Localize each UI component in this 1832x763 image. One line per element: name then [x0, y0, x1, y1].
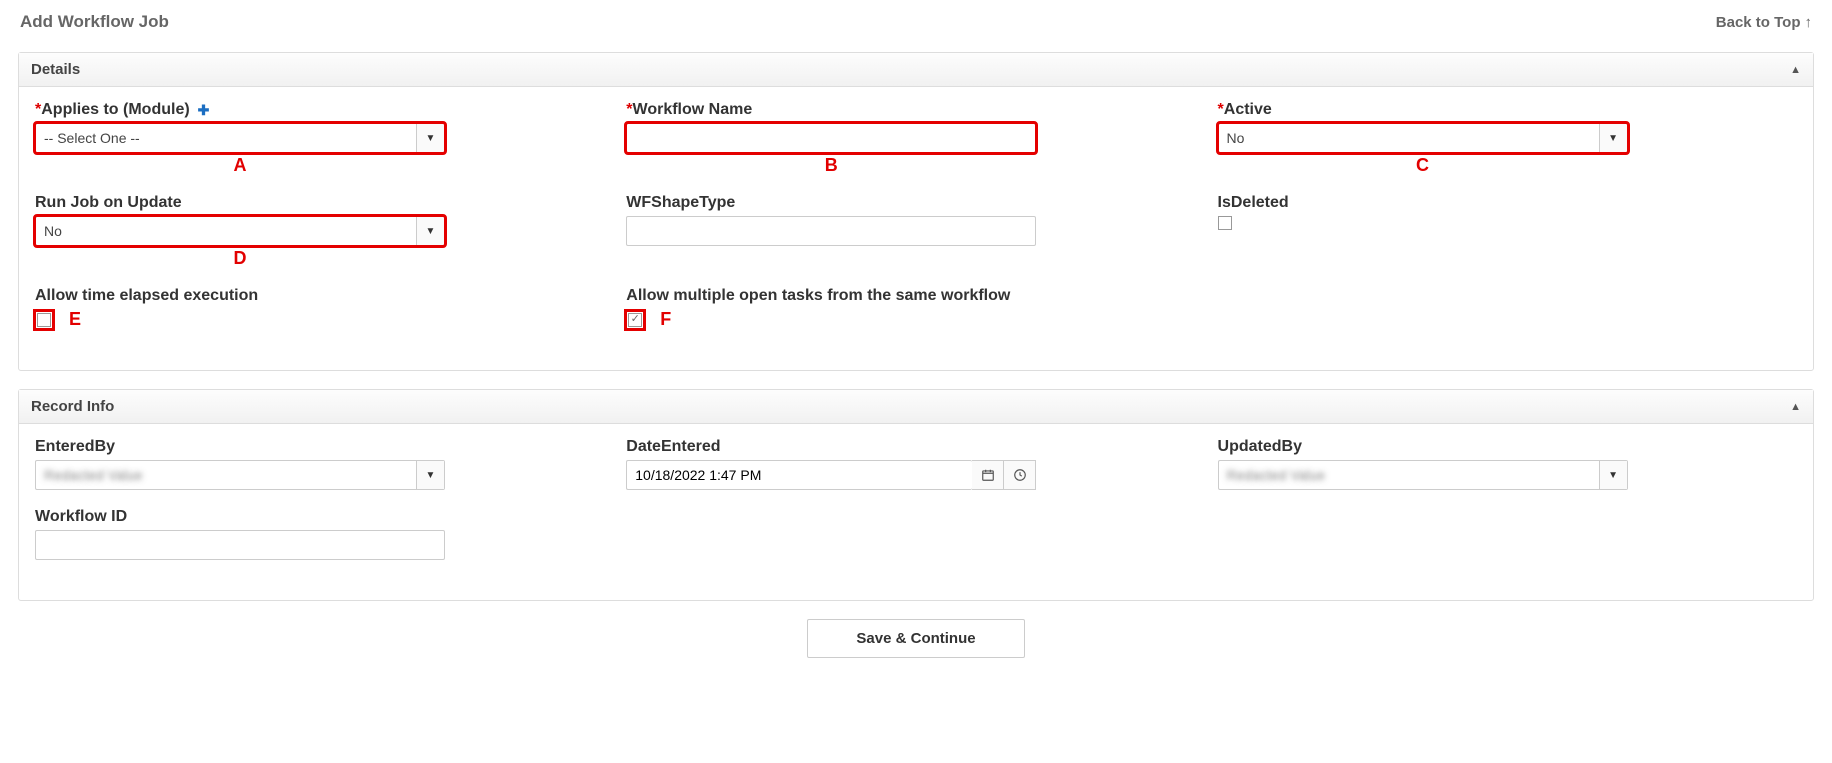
chevron-down-icon: ▼ [416, 217, 444, 245]
clock-icon[interactable] [1004, 460, 1036, 490]
applies-to-value: -- Select One -- [36, 124, 416, 152]
back-to-top-label: Back to Top [1716, 14, 1801, 31]
annotation-f: F [660, 309, 671, 330]
dateentered-label: DateEntered [626, 438, 1205, 456]
page-title: Add Workflow Job [20, 12, 169, 32]
calendar-icon[interactable] [972, 460, 1004, 490]
chevron-down-icon: ▼ [416, 124, 444, 152]
run-on-update-value: No [36, 217, 416, 245]
allow-multiple-checkbox-wrap [626, 311, 644, 329]
workflow-name-label: *Workflow Name [626, 101, 1205, 119]
enteredby-value: Redacted Value [36, 461, 416, 489]
isdeleted-label: IsDeleted [1218, 194, 1797, 212]
record-info-panel-body: EnteredBy Redacted Value ▼ DateEntered [19, 424, 1813, 600]
wfshapetype-input[interactable] [626, 216, 1036, 246]
enteredby-label: EnteredBy [35, 438, 614, 456]
page-header: Add Workflow Job Back to Top ↑ [8, 4, 1824, 46]
allow-elapsed-checkbox[interactable] [37, 313, 51, 327]
dateentered-group [626, 460, 1036, 490]
details-panel-body: *Applies to (Module) ✚ -- Select One -- … [19, 87, 1813, 370]
add-module-icon[interactable]: ✚ [198, 102, 210, 119]
chevron-down-icon: ▼ [1599, 124, 1627, 152]
details-panel-title: Details [31, 61, 80, 78]
isdeleted-checkbox[interactable] [1218, 216, 1232, 230]
annotation-e: E [69, 309, 81, 330]
annotation-c: C [1416, 155, 1429, 175]
allow-multiple-label: Allow multiple open tasks from the same … [626, 287, 1205, 305]
details-panel-header[interactable]: Details ▲ [19, 53, 1813, 87]
applies-to-dropdown[interactable]: -- Select One -- ▼ [35, 123, 445, 153]
record-info-panel: Record Info ▲ EnteredBy Redacted Value ▼… [18, 389, 1814, 601]
collapse-up-icon: ▲ [1790, 64, 1801, 76]
dateentered-input[interactable] [626, 460, 972, 490]
details-panel: Details ▲ *Applies to (Module) ✚ -- Sele… [18, 52, 1814, 371]
active-label: *Active [1218, 101, 1797, 119]
allow-elapsed-label: Allow time elapsed execution [35, 287, 614, 305]
allow-multiple-checkbox[interactable] [628, 313, 642, 327]
workflowid-label: Workflow ID [35, 508, 614, 526]
workflowid-input[interactable] [35, 530, 445, 560]
annotation-b: B [825, 155, 838, 175]
run-on-update-label: Run Job on Update [35, 194, 614, 212]
chevron-down-icon: ▼ [1599, 461, 1627, 489]
updatedby-dropdown[interactable]: Redacted Value ▼ [1218, 460, 1628, 490]
applies-to-label: *Applies to (Module) ✚ [35, 101, 614, 119]
active-value: No [1219, 124, 1599, 152]
wfshapetype-label: WFShapeType [626, 194, 1205, 212]
collapse-up-icon: ▲ [1790, 401, 1801, 413]
updatedby-value: Redacted Value [1219, 461, 1599, 489]
run-on-update-dropdown[interactable]: No ▼ [35, 216, 445, 246]
record-info-panel-title: Record Info [31, 398, 114, 415]
annotation-a: A [234, 155, 247, 175]
back-to-top-link[interactable]: Back to Top ↑ [1716, 14, 1812, 31]
annotation-d: D [234, 248, 247, 268]
chevron-down-icon: ▼ [416, 461, 444, 489]
workflow-name-input[interactable] [626, 123, 1036, 153]
allow-elapsed-checkbox-wrap [35, 311, 53, 329]
arrow-up-icon: ↑ [1805, 14, 1813, 31]
updatedby-label: UpdatedBy [1218, 438, 1797, 456]
active-dropdown[interactable]: No ▼ [1218, 123, 1628, 153]
record-info-panel-header[interactable]: Record Info ▲ [19, 390, 1813, 424]
save-continue-button[interactable]: Save & Continue [807, 619, 1024, 658]
enteredby-dropdown[interactable]: Redacted Value ▼ [35, 460, 445, 490]
